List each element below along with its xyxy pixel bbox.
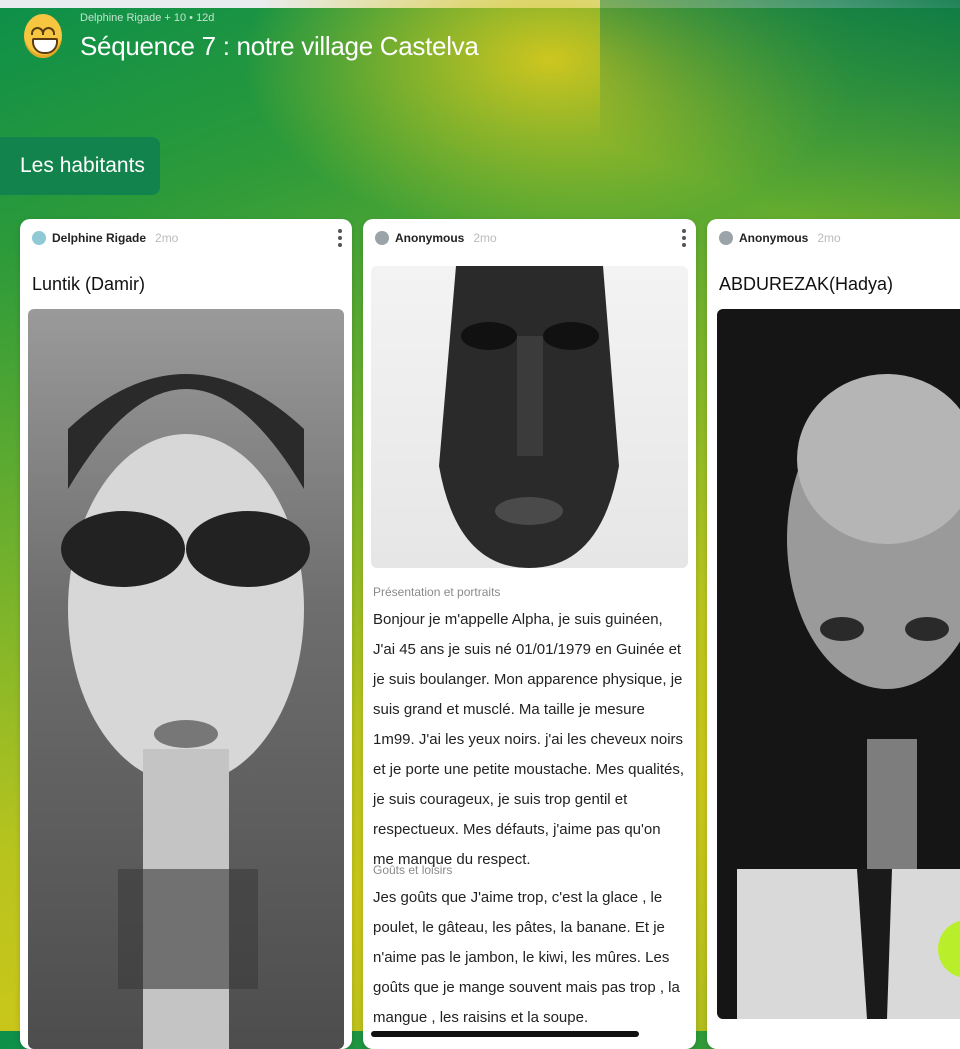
post-age: 2mo	[473, 231, 497, 245]
post-card[interactable]: Delphine Rigade 2mo Luntik (Damir)	[20, 219, 352, 1049]
post-age: 2mo	[155, 231, 179, 245]
post-card[interactable]: Anonymous 2mo ABDUREZAK(Hadya)	[707, 219, 960, 1049]
post-title: ABDUREZAK(Hadya)	[719, 274, 894, 294]
post-title: Luntik (Damir)	[32, 274, 146, 294]
post-image[interactable]	[28, 309, 344, 1049]
post-header: Anonymous 2mo	[719, 231, 841, 245]
avatar	[32, 231, 46, 245]
post-author: Delphine Rigade	[52, 231, 147, 245]
section-label: Présentation et portraits	[373, 585, 501, 599]
board-header: Delphine Rigade + 10 • 12d Séquence 7 : …	[24, 10, 479, 62]
post-image[interactable]	[371, 266, 688, 568]
anonymous-avatar	[375, 231, 389, 245]
post-image[interactable]	[717, 309, 960, 1019]
post-body: Jes goûts que J'aime trop, c'est la glac…	[373, 889, 680, 1026]
more-options-icon[interactable]	[338, 229, 342, 247]
post-author: Anonymous	[395, 231, 465, 245]
board-title: Séquence 7 : notre village Castelva	[80, 31, 479, 61]
horizontal-scrollbar[interactable]	[371, 1031, 639, 1037]
board-meta: Delphine Rigade + 10 • 12d	[80, 12, 215, 24]
post-header: Delphine Rigade 2mo	[32, 231, 178, 245]
grinning-face-icon	[24, 14, 62, 58]
post-card[interactable]: Anonymous 2mo Présentation et portraits …	[363, 219, 696, 1049]
anonymous-avatar	[719, 231, 733, 245]
post-age: 2mo	[817, 231, 841, 245]
section-label: Goûts et loisirs	[373, 863, 453, 877]
post-body: Bonjour je m'appelle Alpha, je suis guin…	[373, 611, 685, 868]
section-title[interactable]: Les habitants	[0, 137, 160, 195]
post-header: Anonymous 2mo	[375, 231, 497, 245]
post-author: Anonymous	[739, 231, 809, 245]
more-options-icon[interactable]	[682, 229, 686, 247]
